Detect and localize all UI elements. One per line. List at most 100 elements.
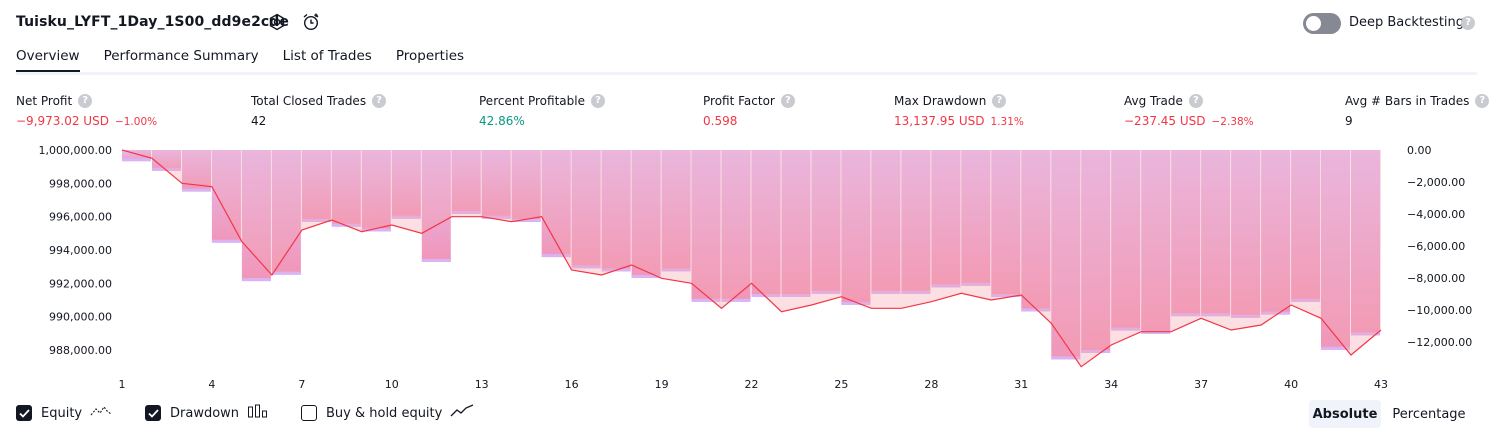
drawdown-bar-cap xyxy=(271,271,301,275)
equity-line-icon xyxy=(90,404,112,422)
alarm-clock-icon[interactable] xyxy=(301,12,321,32)
avg-trade-amount: −237.45 USD xyxy=(1124,114,1206,128)
right-axis-tick: −10,000.00 xyxy=(1407,304,1472,317)
tab-list-of-trades[interactable]: List of Trades xyxy=(283,48,372,73)
net-profit-amount: −9,973.02 USD xyxy=(16,114,109,128)
left-axis-tick: 1,000,000.00 xyxy=(39,144,112,157)
drawdown-bar-cap xyxy=(182,188,211,192)
deep-backtesting-label: Deep Backtesting xyxy=(1349,15,1465,30)
right-axis-tick: −4,000.00 xyxy=(1407,208,1465,221)
left-axis-tick: 988,000.00 xyxy=(49,344,112,357)
deep-backtesting-toggle[interactable] xyxy=(1303,13,1341,34)
buy-hold-checkbox[interactable] xyxy=(301,405,317,421)
equity-series xyxy=(121,149,1382,368)
x-axis-tick: 10 xyxy=(385,378,399,391)
right-axis-tick: 0.00 xyxy=(1407,144,1432,157)
buy-hold-line-icon xyxy=(450,404,474,422)
legend-equity[interactable]: Equity xyxy=(16,404,112,422)
drawdown-bar-cap xyxy=(241,278,271,282)
x-axis-tick: 4 xyxy=(208,378,215,391)
avg-trade-value: −237.45 USD −2.38% xyxy=(1124,114,1254,128)
avg-bars-value: 9 xyxy=(1345,114,1353,128)
avg-bars-label-text: Avg # Bars in Trades xyxy=(1345,94,1470,108)
left-axis-tick: 990,000.00 xyxy=(49,311,112,324)
avg-bars-label: Avg # Bars in Trades? xyxy=(1345,94,1490,108)
right-axis-tick: −12,000.00 xyxy=(1407,336,1472,349)
net-profit-label-text: Net Profit xyxy=(16,94,73,108)
help-icon[interactable]: ? xyxy=(992,94,1007,108)
help-icon[interactable]: ? xyxy=(1461,16,1475,30)
x-axis-tick: 7 xyxy=(298,378,305,391)
right-axis-tick: −6,000.00 xyxy=(1407,240,1465,253)
percent-profitable-label: Percent Profitable? xyxy=(479,94,605,108)
total-closed-trades-value: 42 xyxy=(251,114,267,128)
right-axis-tick: −8,000.00 xyxy=(1407,272,1465,285)
help-icon[interactable]: ? xyxy=(780,94,795,108)
tab-properties[interactable]: Properties xyxy=(396,48,464,73)
profit-factor-label: Profit Factor? xyxy=(703,94,795,108)
right-axis-tick: −2,000.00 xyxy=(1407,176,1465,189)
avg-trade-label-text: Avg Trade xyxy=(1124,94,1183,108)
buy-hold-legend-label: Buy & hold equity xyxy=(326,405,443,421)
equity-area xyxy=(122,150,1381,367)
profit-factor-value: 0.598 xyxy=(703,114,738,128)
toggle-knob xyxy=(1306,16,1321,31)
equity-drawdown-chart[interactable]: 1,000,000.00 998,000.00 996,000.00 994,000.… xyxy=(0,140,1494,398)
legend-drawdown[interactable]: Drawdown xyxy=(145,404,269,422)
tab-overview[interactable]: Overview xyxy=(16,48,80,73)
absolute-button[interactable]: Absolute xyxy=(1309,400,1381,428)
percentage-button[interactable]: Percentage xyxy=(1387,400,1471,428)
help-icon[interactable]: ? xyxy=(1188,94,1203,108)
left-axis: 1,000,000.00 998,000.00 996,000.00 994,000.… xyxy=(39,144,112,357)
tab-performance-summary[interactable]: Performance Summary xyxy=(104,48,259,73)
max-drawdown-amount: 13,137.95 USD xyxy=(894,114,985,128)
settings-icon[interactable] xyxy=(267,12,287,32)
x-axis-tick: 28 xyxy=(924,378,938,391)
percent-profitable-value: 42.86% xyxy=(479,114,525,128)
help-icon[interactable]: ? xyxy=(372,94,387,108)
avg-trade-percent: −2.38% xyxy=(1211,116,1254,128)
drawdown-legend-label: Drawdown xyxy=(170,405,240,421)
x-axis-tick: 40 xyxy=(1284,378,1298,391)
help-icon[interactable]: ? xyxy=(78,94,93,108)
max-drawdown-value: 13,137.95 USD 1.31% xyxy=(894,114,1024,128)
help-icon[interactable]: ? xyxy=(1475,94,1490,108)
tab-bar: Overview Performance Summary List of Tra… xyxy=(16,48,464,73)
x-axis-tick: 16 xyxy=(565,378,579,391)
x-axis-tick: 25 xyxy=(834,378,848,391)
total-closed-trades-label-text: Total Closed Trades xyxy=(251,94,367,108)
help-icon[interactable]: ? xyxy=(590,94,605,108)
equity-checkbox[interactable] xyxy=(16,405,32,421)
net-profit-value: −9,973.02 USD −1.00% xyxy=(16,114,157,128)
left-axis-tick: 996,000.00 xyxy=(49,211,112,224)
x-axis-tick: 43 xyxy=(1374,378,1388,391)
x-axis-tick: 34 xyxy=(1104,378,1118,391)
left-axis-tick: 994,000.00 xyxy=(49,244,112,257)
strategy-title: Tuisku_LYFT_1Day_1S00_dd9e2cde xyxy=(16,14,290,30)
drawdown-bar-cap xyxy=(122,158,151,162)
max-drawdown-percent: 1.31% xyxy=(990,116,1024,128)
left-axis-tick: 992,000.00 xyxy=(49,277,112,290)
max-drawdown-label: Max Drawdown? xyxy=(894,94,1007,108)
legend-buy-hold[interactable]: Buy & hold equity xyxy=(301,404,474,422)
net-profit-label: Net Profit? xyxy=(16,94,93,108)
x-axis: 1 4 7 10 13 16 19 22 25 28 31 34 37 40 43 xyxy=(119,378,1389,391)
profit-factor-label-text: Profit Factor xyxy=(703,94,775,108)
percent-profitable-label-text: Percent Profitable xyxy=(479,94,585,108)
x-axis-tick: 19 xyxy=(655,378,669,391)
tabs-divider xyxy=(16,72,1477,75)
total-closed-trades-label: Total Closed Trades? xyxy=(251,94,387,108)
x-axis-tick: 22 xyxy=(745,378,759,391)
drawdown-bar-cap xyxy=(421,258,451,262)
drawdown-bars-icon xyxy=(247,404,269,422)
net-profit-percent: −1.00% xyxy=(114,116,158,128)
x-axis-tick: 1 xyxy=(119,378,126,391)
x-axis-tick: 13 xyxy=(475,378,489,391)
equity-legend-label: Equity xyxy=(41,405,83,421)
x-axis-tick: 31 xyxy=(1014,378,1028,391)
drawdown-checkbox[interactable] xyxy=(145,405,161,421)
left-axis-tick: 998,000.00 xyxy=(49,177,112,190)
x-axis-tick: 37 xyxy=(1194,378,1208,391)
drawdown-bar-cap xyxy=(211,239,241,243)
right-axis: 0.00 −2,000.00 −4,000.00 −6,000.00 −8,000.00… xyxy=(1407,144,1472,349)
